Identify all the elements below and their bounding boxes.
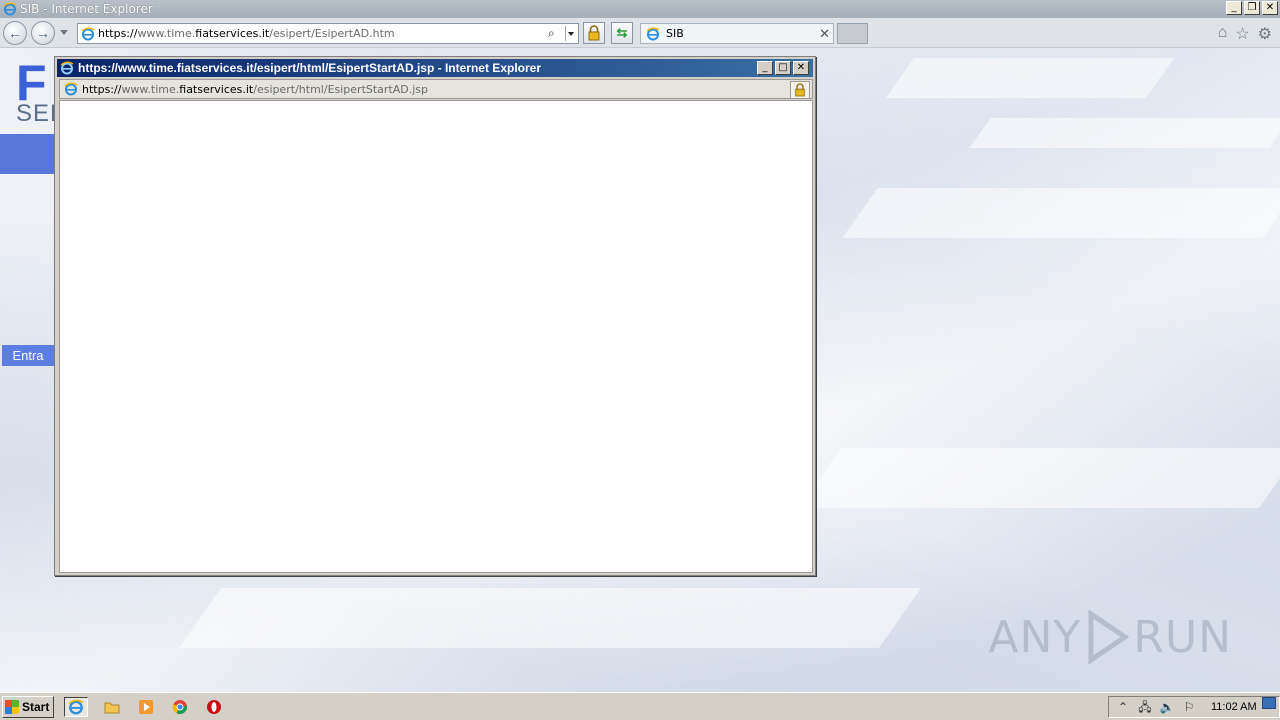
entra-button[interactable]: Entra — [2, 345, 54, 366]
header-blue-bar — [0, 134, 54, 174]
tools-gear-icon[interactable]: ⚙ — [1258, 24, 1272, 44]
new-tab-button[interactable] — [837, 23, 868, 44]
action-center-flag-icon[interactable]: ⚐ — [1181, 699, 1197, 715]
popup-close-button[interactable]: ✕ — [793, 61, 809, 75]
popup-maximize-button[interactable]: □ — [775, 61, 791, 75]
restore-button[interactable]: ❐ — [1244, 1, 1260, 15]
popup-window: https://www.time.fiatservices.it/esipert… — [54, 56, 816, 576]
watermark-run: RUN — [1133, 611, 1232, 663]
back-button[interactable]: ← — [3, 21, 27, 45]
taskbar-opera[interactable] — [202, 697, 226, 717]
taskbar-media-player[interactable] — [134, 697, 158, 717]
windows-logo-icon — [5, 700, 19, 714]
volume-icon[interactable]: 🔈 — [1159, 699, 1175, 715]
background-stripe — [885, 58, 1175, 98]
back-arrow-icon: ← — [8, 25, 22, 41]
taskbar-internet-explorer[interactable] — [64, 697, 88, 717]
main-window-title: SIB - Internet Explorer — [20, 2, 153, 16]
popup-address-bar: https://www.time.fiatservices.it/esipert… — [59, 79, 813, 99]
watermark-any: ANY — [988, 611, 1082, 663]
taskbar-file-explorer[interactable] — [100, 697, 124, 717]
popup-title: https://www.time.fiatservices.it/esipert… — [78, 61, 541, 75]
refresh-button[interactable]: ⇆ — [611, 22, 633, 44]
tab-close-icon[interactable]: ✕ — [819, 26, 830, 42]
address-dropdown-icon[interactable] — [565, 26, 576, 41]
start-label: Start — [22, 700, 50, 714]
popup-ie-icon — [60, 61, 74, 75]
page-ie-icon — [81, 27, 95, 41]
play-logo-icon — [1088, 610, 1130, 664]
taskbar: Start ⌃ 🖧 🔈 ⚐ 11:02 AM — [0, 692, 1280, 720]
address-bar[interactable]: https://www.time.fiatservices.it/esipert… — [77, 23, 579, 44]
minimize-button[interactable]: _ — [1226, 1, 1242, 15]
clock[interactable]: 11:02 AM — [1211, 701, 1257, 713]
internet-explorer-icon — [3, 2, 17, 16]
background-stripe — [969, 118, 1280, 148]
internet-explorer-icon — [68, 699, 84, 715]
tab-sib[interactable]: SIB ✕ — [640, 23, 834, 44]
close-button[interactable]: ✕ — [1262, 1, 1278, 15]
tray-expand-icon[interactable]: ⌃ — [1115, 699, 1131, 715]
home-icon[interactable]: ⌂ — [1218, 24, 1228, 44]
lock-icon — [588, 25, 600, 41]
popup-content-area[interactable] — [59, 100, 813, 573]
popup-address-ie-icon — [64, 82, 78, 96]
security-lock-button[interactable] — [583, 22, 605, 44]
refresh-icon: ⇆ — [616, 25, 628, 40]
opera-icon — [207, 700, 221, 714]
popup-lock-button[interactable] — [790, 81, 810, 99]
browser-toolbar: ← → https://www.time.fiatservices.it/esi… — [0, 18, 1280, 48]
chrome-icon — [172, 700, 187, 714]
network-icon[interactable]: 🖧 — [1137, 699, 1153, 715]
anyrun-watermark: ANY RUN — [988, 610, 1232, 664]
system-tray: ⌃ 🖧 🔈 ⚐ 11:02 AM — [1108, 696, 1280, 718]
popup-address-url: https://www.time.fiatservices.it/esipert… — [82, 82, 429, 96]
search-icon[interactable]: ⌕ — [548, 26, 562, 40]
background-stripe — [842, 188, 1280, 238]
history-dropdown-icon[interactable] — [60, 30, 68, 35]
background-stripe — [798, 448, 1280, 508]
start-button[interactable]: Start — [2, 696, 54, 718]
media-player-icon — [139, 700, 153, 714]
address-url: https://www.time.fiatservices.it/esipert… — [98, 27, 395, 40]
forward-arrow-icon: → — [36, 25, 50, 41]
taskbar-chrome[interactable] — [168, 697, 192, 717]
main-window-titlebar: SIB - Internet Explorer _ ❐ ✕ — [0, 0, 1280, 18]
show-desktop-button[interactable] — [1262, 697, 1276, 709]
popup-minimize-button[interactable]: _ — [757, 61, 773, 75]
background-stripe — [178, 588, 922, 648]
lock-icon — [795, 83, 805, 97]
forward-button[interactable]: → — [31, 21, 55, 45]
tab-label: SIB — [666, 27, 684, 40]
folder-icon — [104, 702, 120, 714]
popup-titlebar[interactable]: https://www.time.fiatservices.it/esipert… — [57, 59, 813, 77]
tab-ie-icon — [646, 27, 660, 41]
favorites-star-icon[interactable]: ☆ — [1235, 24, 1249, 44]
